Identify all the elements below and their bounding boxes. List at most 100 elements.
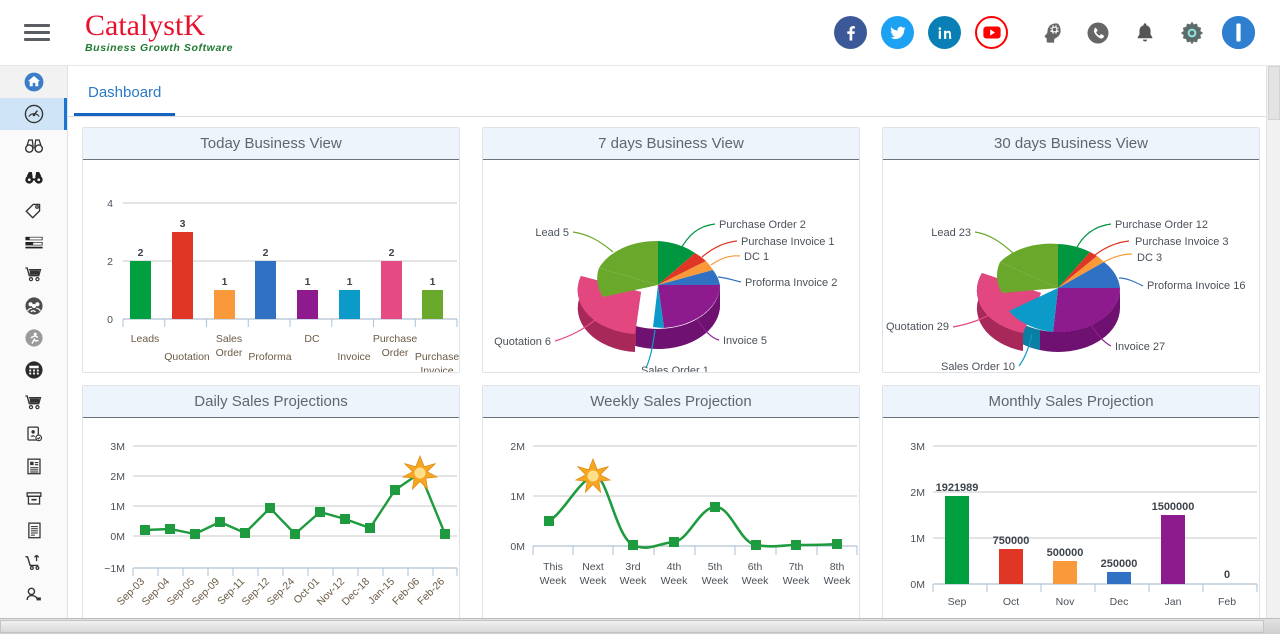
sidebar-item-list[interactable]: [0, 226, 67, 258]
svg-text:Nov: Nov: [1056, 596, 1075, 608]
calculator-circle-icon: [22, 358, 46, 382]
horizontal-scrollbar-thumb[interactable]: [0, 620, 1264, 633]
svg-text:6th: 6th: [748, 561, 763, 573]
pie-label: Proforma Invoice 2: [745, 277, 837, 289]
card-title: Monthly Sales Projection: [883, 386, 1259, 418]
chart-monthly-sales-projection[interactable]: 3M 2M 1M 0M 1921989 750000 500000 250000…: [883, 418, 1259, 630]
cart-icon: [22, 262, 46, 286]
pie-label: Invoice 5: [723, 335, 767, 347]
user-avatar-icon[interactable]: [1222, 16, 1255, 49]
svg-text:Dec-18: Dec-18: [340, 576, 373, 609]
chart-daily-sales-projections[interactable]: 3M 2M 1M 0M −1M Sep-03 Sep-04 Sep-05 Sep…: [83, 418, 459, 630]
svg-text:Week: Week: [702, 575, 729, 587]
svg-text:5th: 5th: [708, 561, 723, 573]
sidebar-item-prospects[interactable]: [0, 162, 67, 194]
svg-text:Dec: Dec: [1110, 596, 1129, 608]
svg-text:Quotation: Quotation: [164, 351, 210, 363]
svg-text:Sep-09: Sep-09: [190, 576, 223, 609]
svg-text:0M: 0M: [910, 579, 925, 591]
phone-icon[interactable]: [1081, 16, 1114, 49]
card-seven-days-business-view: 7 days Business View Purchase Order 2 Pu…: [482, 127, 860, 373]
sidebar-item-inventory[interactable]: [0, 482, 67, 514]
chart-thirty-days-business-view[interactable]: Purchase Order 12 Purchase Invoice 3 DC …: [883, 160, 1259, 372]
chart-seven-days-business-view[interactable]: Purchase Order 2 Purchase Invoice 1 DC 1…: [483, 160, 859, 372]
svg-text:250000: 250000: [1101, 558, 1138, 570]
svg-text:1M: 1M: [510, 491, 525, 503]
binoculars-filled-icon: [22, 166, 46, 190]
binoculars-icon: [22, 134, 46, 158]
svg-text:4: 4: [107, 198, 113, 210]
dashboard-grid: Today Business View 4 2 0 2 3 1 2 1 1 2 …: [68, 117, 1272, 631]
vertical-scrollbar[interactable]: [1266, 66, 1280, 620]
svg-text:DC: DC: [304, 333, 320, 345]
svg-text:2: 2: [389, 247, 395, 259]
pie-label: Proforma Invoice 16: [1147, 280, 1245, 292]
svg-text:Purchase: Purchase: [415, 351, 459, 363]
svg-text:2: 2: [138, 247, 144, 259]
brand-logo[interactable]: CatalystK Business Growth Software: [85, 11, 233, 54]
dashboard-row-1: Today Business View 4 2 0 2 3 1 2 1 1 2 …: [82, 127, 1260, 373]
svg-text:1: 1: [305, 276, 311, 288]
pie-label: Purchase Invoice 1: [741, 236, 835, 248]
brain-gear-icon[interactable]: [1034, 16, 1067, 49]
bell-icon[interactable]: [1128, 16, 1161, 49]
sidebar-item-invoices[interactable]: [0, 514, 67, 546]
svg-text:1500000: 1500000: [1152, 501, 1195, 513]
card-today-business-view: Today Business View 4 2 0 2 3 1 2 1 1 2 …: [82, 127, 460, 373]
sidebar-item-contacts[interactable]: [0, 290, 67, 322]
tag-icon: [22, 198, 46, 222]
svg-text:2: 2: [263, 247, 269, 259]
twitter-icon[interactable]: [881, 16, 914, 49]
svg-text:1: 1: [222, 276, 228, 288]
svg-text:Feb: Feb: [1218, 596, 1236, 608]
document-icon: [22, 454, 46, 478]
brand-title: CatalystK: [85, 9, 205, 43]
sidebar-item-reports[interactable]: [0, 450, 67, 482]
top-icon-bar: [834, 16, 1255, 49]
settings-gear-icon[interactable]: [1175, 16, 1208, 49]
hamburger-icon[interactable]: [24, 20, 50, 45]
star-marker: [401, 454, 439, 491]
svg-text:Oct: Oct: [1003, 596, 1019, 608]
facebook-icon[interactable]: [834, 16, 867, 49]
cart-upload-icon: [22, 550, 46, 574]
pie-label: Sales Order 1: [641, 365, 709, 372]
sidebar-item-orders[interactable]: [0, 546, 67, 578]
svg-text:Order: Order: [382, 347, 409, 359]
sidebar-item-leads[interactable]: [0, 130, 67, 162]
svg-text:4th: 4th: [667, 561, 682, 573]
sidebar-item-support[interactable]: [0, 578, 67, 610]
tab-dashboard[interactable]: Dashboard: [74, 84, 176, 116]
svg-text:Invoice: Invoice: [337, 351, 370, 363]
svg-text:Sep-24: Sep-24: [265, 576, 298, 609]
sidebar-item-activity[interactable]: [0, 322, 67, 354]
card-title: Daily Sales Projections: [83, 386, 459, 418]
chart-weekly-sales-projection[interactable]: 2M 1M 0M This Week Next Week 3rd Week 4t…: [483, 418, 859, 630]
sidebar-item-home[interactable]: [0, 66, 67, 98]
pie-label: Lead 23: [931, 227, 971, 239]
svg-text:Sep: Sep: [948, 596, 967, 608]
sidebar-item-accounts[interactable]: [0, 354, 67, 386]
svg-text:Week: Week: [580, 575, 607, 587]
sidebar-item-hr[interactable]: [0, 418, 67, 450]
svg-text:1: 1: [347, 276, 353, 288]
linkedin-icon[interactable]: [928, 16, 961, 49]
chart-today-business-view[interactable]: 4 2 0 2 3 1 2 1 1 2 1 Leads Quotation Sa…: [83, 160, 459, 372]
svg-text:Invoice: Invoice: [420, 365, 453, 372]
pie-label: Purchase Order 2: [719, 219, 806, 231]
list-bars-icon: [22, 230, 46, 254]
sidebar-item-tags[interactable]: [0, 194, 67, 226]
sidebar-item-purchase[interactable]: [0, 386, 67, 418]
youtube-icon[interactable]: [975, 16, 1008, 49]
card-title: Today Business View: [83, 128, 459, 160]
svg-text:0: 0: [1224, 569, 1230, 581]
horizontal-scrollbar[interactable]: [0, 618, 1280, 634]
id-badge-icon: [22, 422, 46, 446]
svg-text:1921989: 1921989: [936, 482, 979, 494]
vertical-scrollbar-thumb[interactable]: [1268, 66, 1280, 120]
pie-label: DC 1: [744, 251, 769, 263]
svg-text:Week: Week: [540, 575, 567, 587]
sidebar-item-dashboard[interactable]: [0, 98, 67, 130]
sidebar-item-sales[interactable]: [0, 258, 67, 290]
pie-label: Purchase Invoice 3: [1135, 236, 1229, 248]
